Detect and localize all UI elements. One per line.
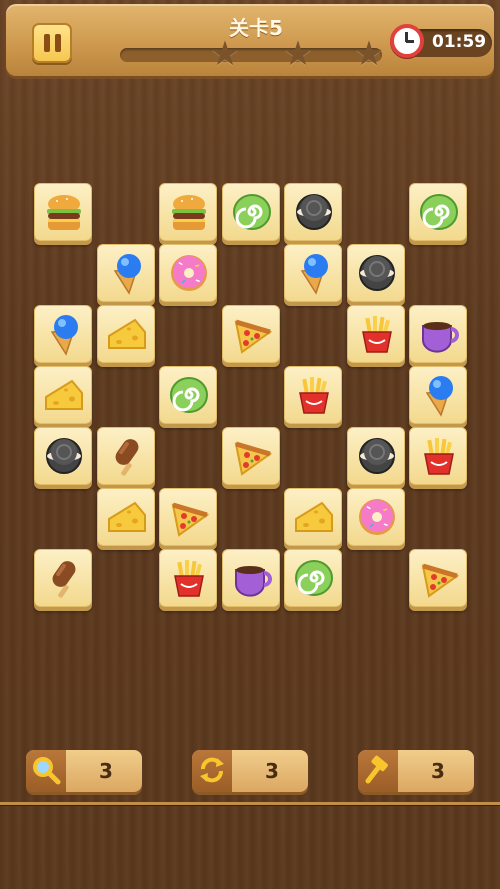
tile-burger[interactable] <box>34 183 92 241</box>
tile-donut[interactable] <box>159 244 217 302</box>
ice-cream-icon <box>113 254 141 295</box>
donut-icon <box>171 255 207 291</box>
tile-cookie[interactable] <box>284 183 342 241</box>
tile-fries[interactable] <box>159 549 217 607</box>
hammer-tool-button[interactable]: 3 <box>358 750 474 792</box>
hammer-icon <box>365 755 388 784</box>
tile-cheese[interactable] <box>34 366 92 424</box>
cookie-icon <box>46 438 82 474</box>
tile-ice-cream[interactable] <box>284 244 342 302</box>
tile-swiss-roll[interactable] <box>221 183 280 241</box>
tile-coffee[interactable] <box>221 549 280 607</box>
cookie-icon <box>358 438 395 474</box>
swiss-roll-icon <box>170 377 208 413</box>
cheese-icon <box>107 318 146 349</box>
coffee-icon <box>234 566 272 597</box>
magnifier-tool-button[interactable]: 3 <box>26 750 142 792</box>
tile-ice-cream[interactable] <box>409 366 467 424</box>
fries-icon <box>424 438 454 475</box>
tile-donut[interactable] <box>346 488 405 546</box>
burger-icon <box>47 195 81 230</box>
fries-icon <box>174 560 204 597</box>
tile-popsicle[interactable] <box>34 549 92 607</box>
pizza-icon <box>234 319 272 354</box>
tile-ice-cream[interactable] <box>34 305 92 363</box>
tile-pizza[interactable] <box>221 305 280 363</box>
cookie-icon <box>358 255 395 291</box>
tile-ice-cream[interactable] <box>96 244 155 302</box>
popsicle-icon <box>52 561 76 598</box>
cheese-icon <box>45 379 83 410</box>
magnifier-icon <box>33 757 61 785</box>
tile-fries[interactable] <box>346 305 405 363</box>
cookie-icon <box>296 194 332 230</box>
swiss-roll-icon <box>295 560 333 596</box>
pizza-icon <box>171 502 210 537</box>
tile-cookie[interactable] <box>346 244 405 302</box>
magnifier-count: 3 <box>99 759 113 783</box>
coffee-icon <box>422 322 459 353</box>
tile-cookie[interactable] <box>346 427 405 485</box>
tile-fries[interactable] <box>409 427 467 485</box>
tile-swiss-roll[interactable] <box>409 183 467 241</box>
hammer-count: 3 <box>431 759 445 783</box>
tile-pizza[interactable] <box>221 427 280 485</box>
tile-swiss-roll[interactable] <box>159 366 217 424</box>
popsicle-icon <box>115 439 138 476</box>
tile-cookie[interactable] <box>34 427 92 485</box>
cheese-icon <box>107 501 146 532</box>
fries-icon <box>299 377 329 414</box>
ice-cream-icon <box>425 376 453 417</box>
shuffle-tool-button[interactable]: 3 <box>192 750 308 792</box>
pizza-icon <box>421 563 460 598</box>
cheese-icon <box>295 501 333 532</box>
tile-pizza[interactable] <box>409 549 467 607</box>
tile-cheese[interactable] <box>96 488 155 546</box>
tile-swiss-roll[interactable] <box>284 549 342 607</box>
ice-cream-icon <box>300 254 328 295</box>
tile-popsicle[interactable] <box>96 427 155 485</box>
swiss-roll-icon <box>420 194 458 230</box>
donut-icon <box>358 499 395 535</box>
tile-fries[interactable] <box>284 366 342 424</box>
tile-coffee[interactable] <box>409 305 467 363</box>
shuffle-count: 3 <box>265 759 279 783</box>
bottom-divider <box>0 802 500 805</box>
tile-cheese[interactable] <box>96 305 155 363</box>
pizza-icon <box>234 441 272 476</box>
tile-burger[interactable] <box>159 183 217 241</box>
fries-icon <box>361 316 392 353</box>
tile-cheese[interactable] <box>284 488 342 546</box>
burger-icon <box>172 195 206 230</box>
swiss-roll-icon <box>232 194 271 230</box>
ice-cream-icon <box>50 315 78 356</box>
shuffle-icon <box>200 757 224 783</box>
tile-pizza[interactable] <box>159 488 217 546</box>
